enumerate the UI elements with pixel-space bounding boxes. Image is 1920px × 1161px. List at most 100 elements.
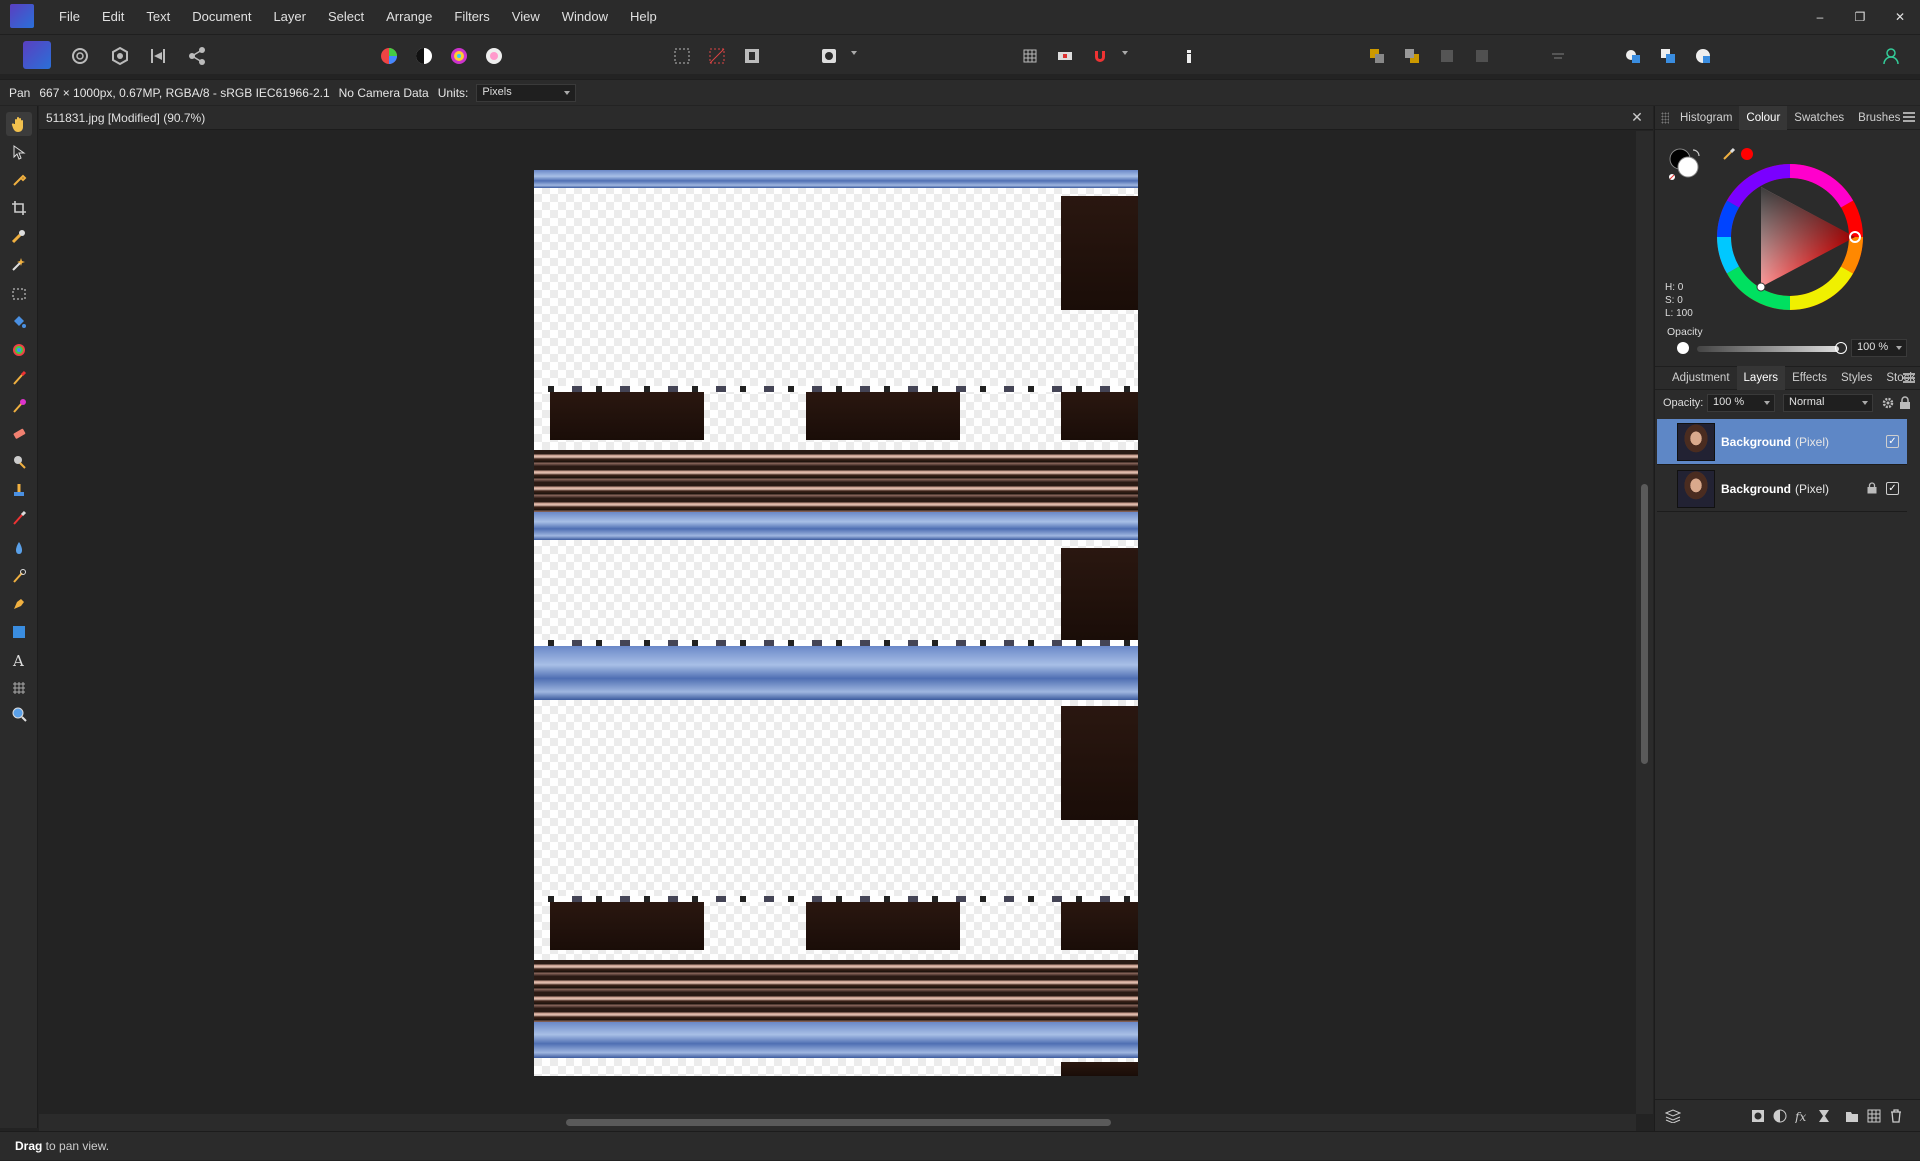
live-filter-icon[interactable] <box>1817 1109 1831 1123</box>
delete-layer-icon[interactable] <box>1889 1109 1903 1123</box>
menu-filters[interactable]: Filters <box>443 0 500 34</box>
close-window-button[interactable]: ✕ <box>1888 5 1912 29</box>
clone-brush-tool-icon[interactable] <box>6 478 32 502</box>
layer-visibility-checkbox[interactable]: ✓ <box>1886 435 1899 448</box>
quick-mask-dropdown-icon[interactable] <box>851 51 857 55</box>
gradient-tool-icon[interactable] <box>6 338 32 362</box>
add-pixel-layer-icon[interactable] <box>1867 1109 1881 1123</box>
auto-colours-icon[interactable] <box>446 43 472 69</box>
move-tool-icon[interactable] <box>6 140 32 164</box>
crop-tool-icon[interactable] <box>6 196 32 220</box>
auto-levels-icon[interactable] <box>376 43 402 69</box>
healing-brush-tool-icon[interactable] <box>6 506 32 530</box>
erase-brush-tool-icon[interactable] <box>6 422 32 446</box>
layer-settings-icon[interactable] <box>1881 396 1895 410</box>
menu-view[interactable]: View <box>501 0 551 34</box>
adjustment-icon[interactable] <box>1773 1109 1787 1123</box>
menu-select[interactable]: Select <box>317 0 375 34</box>
tab-brushes[interactable]: Brushes <box>1851 106 1907 130</box>
develop-persona-icon[interactable] <box>107 43 133 69</box>
boolean-add-icon[interactable] <box>1620 43 1646 69</box>
rectangle-tool-icon[interactable] <box>6 620 32 644</box>
pan-tool-icon[interactable] <box>6 112 32 136</box>
layers-stack-icon[interactable] <box>1665 1109 1681 1123</box>
export-persona-icon[interactable] <box>184 43 210 69</box>
selection-brush-tool-icon[interactable] <box>6 224 32 248</box>
units-select[interactable]: Pixels <box>476 83 577 102</box>
panel-menu-icon[interactable] <box>1903 112 1915 122</box>
document-image[interactable] <box>534 170 1138 1076</box>
align-icon[interactable] <box>1545 43 1571 69</box>
mesh-warp-tool-icon[interactable] <box>6 676 32 700</box>
tab-colour[interactable]: Colour <box>1739 105 1788 130</box>
arrange-front-icon[interactable] <box>1434 43 1460 69</box>
invert-selection-icon[interactable] <box>739 43 765 69</box>
restore-button[interactable]: ❐ <box>1848 5 1872 29</box>
vertical-scrollbar[interactable] <box>1636 131 1653 1114</box>
menu-help[interactable]: Help <box>619 0 668 34</box>
menu-layer[interactable]: Layer <box>262 0 317 34</box>
close-document-icon[interactable]: ✕ <box>1629 109 1645 125</box>
document-tab[interactable]: 511831.jpg [Modified] (90.7%) ✕ <box>39 106 1653 130</box>
arrange-forward-icon[interactable] <box>1399 43 1425 69</box>
photo-persona-icon[interactable] <box>23 41 51 69</box>
layer-opacity-field[interactable]: 100 % <box>1707 394 1775 412</box>
menu-file[interactable]: File <box>48 0 91 34</box>
add-group-icon[interactable] <box>1845 1109 1859 1123</box>
zoom-tool-icon[interactable] <box>6 702 32 726</box>
colour-wheel[interactable] <box>1715 162 1865 312</box>
menu-window[interactable]: Window <box>551 0 619 34</box>
opacity-slider-handle[interactable] <box>1835 342 1847 354</box>
canvas-area[interactable] <box>39 131 1636 1114</box>
tab-histogram[interactable]: Histogram <box>1673 106 1739 130</box>
vertical-scroll-thumb[interactable] <box>1641 484 1648 764</box>
dodge-tool-icon[interactable] <box>6 450 32 474</box>
arrange-top-icon[interactable] <box>1469 43 1495 69</box>
colour-opacity-slider[interactable] <box>1697 346 1839 352</box>
menu-edit[interactable]: Edit <box>91 0 135 34</box>
marquee-select-icon[interactable] <box>669 43 695 69</box>
tab-adjustment[interactable]: Adjustment <box>1665 366 1737 390</box>
tab-swatches[interactable]: Swatches <box>1787 106 1851 130</box>
fill-stroke-swatches[interactable] <box>1667 146 1703 182</box>
snapping-grid-icon[interactable] <box>1017 43 1043 69</box>
flood-select-tool-icon[interactable] <box>6 252 32 276</box>
blend-mode-select[interactable]: Normal <box>1783 394 1873 412</box>
account-icon[interactable] <box>1878 43 1904 69</box>
paint-brush-tool-icon[interactable] <box>6 366 32 390</box>
text-tool-icon[interactable]: A <box>6 648 32 672</box>
horizontal-scrollbar[interactable] <box>39 1114 1636 1131</box>
eyedropper-icon[interactable] <box>1721 146 1737 162</box>
colour-replacement-tool-icon[interactable] <box>6 394 32 418</box>
minimize-button[interactable]: – <box>1808 5 1832 29</box>
flood-fill-tool-icon[interactable] <box>6 310 32 334</box>
layer-row[interactable]: Background (Pixel) ✓ <box>1657 466 1907 512</box>
add-mask-icon[interactable] <box>1751 1109 1765 1123</box>
horizontal-scroll-thumb[interactable] <box>566 1119 1111 1126</box>
layer-row[interactable]: Background (Pixel) ✓ <box>1657 419 1907 465</box>
liquify-persona-icon[interactable] <box>67 43 93 69</box>
info-icon[interactable] <box>1176 43 1202 69</box>
auto-white-balance-icon[interactable] <box>481 43 507 69</box>
lock-layer-icon[interactable] <box>1899 396 1911 410</box>
auto-contrast-icon[interactable] <box>411 43 437 69</box>
assistant-icon[interactable] <box>1052 43 1078 69</box>
fx-icon[interactable]: fx <box>1795 1109 1809 1123</box>
boolean-intersect-icon[interactable] <box>1690 43 1716 69</box>
colour-picker-tool-icon[interactable] <box>6 168 32 192</box>
boolean-subtract-icon[interactable] <box>1655 43 1681 69</box>
deselect-icon[interactable] <box>704 43 730 69</box>
app-logo-icon[interactable] <box>10 4 34 28</box>
pen-tool-icon[interactable] <box>6 592 32 616</box>
quick-mask-icon[interactable] <box>816 43 842 69</box>
menu-text[interactable]: Text <box>135 0 181 34</box>
menu-document[interactable]: Document <box>181 0 262 34</box>
blur-brush-tool-icon[interactable] <box>6 536 32 560</box>
tone-mapping-persona-icon[interactable] <box>145 43 171 69</box>
tab-effects[interactable]: Effects <box>1785 366 1834 390</box>
snapping-dropdown-icon[interactable] <box>1122 51 1128 55</box>
snapping-magnet-icon[interactable] <box>1087 43 1113 69</box>
marquee-tool-icon[interactable] <box>6 282 32 306</box>
arrange-back-icon[interactable] <box>1364 43 1390 69</box>
tab-layers[interactable]: Layers <box>1736 366 1786 390</box>
